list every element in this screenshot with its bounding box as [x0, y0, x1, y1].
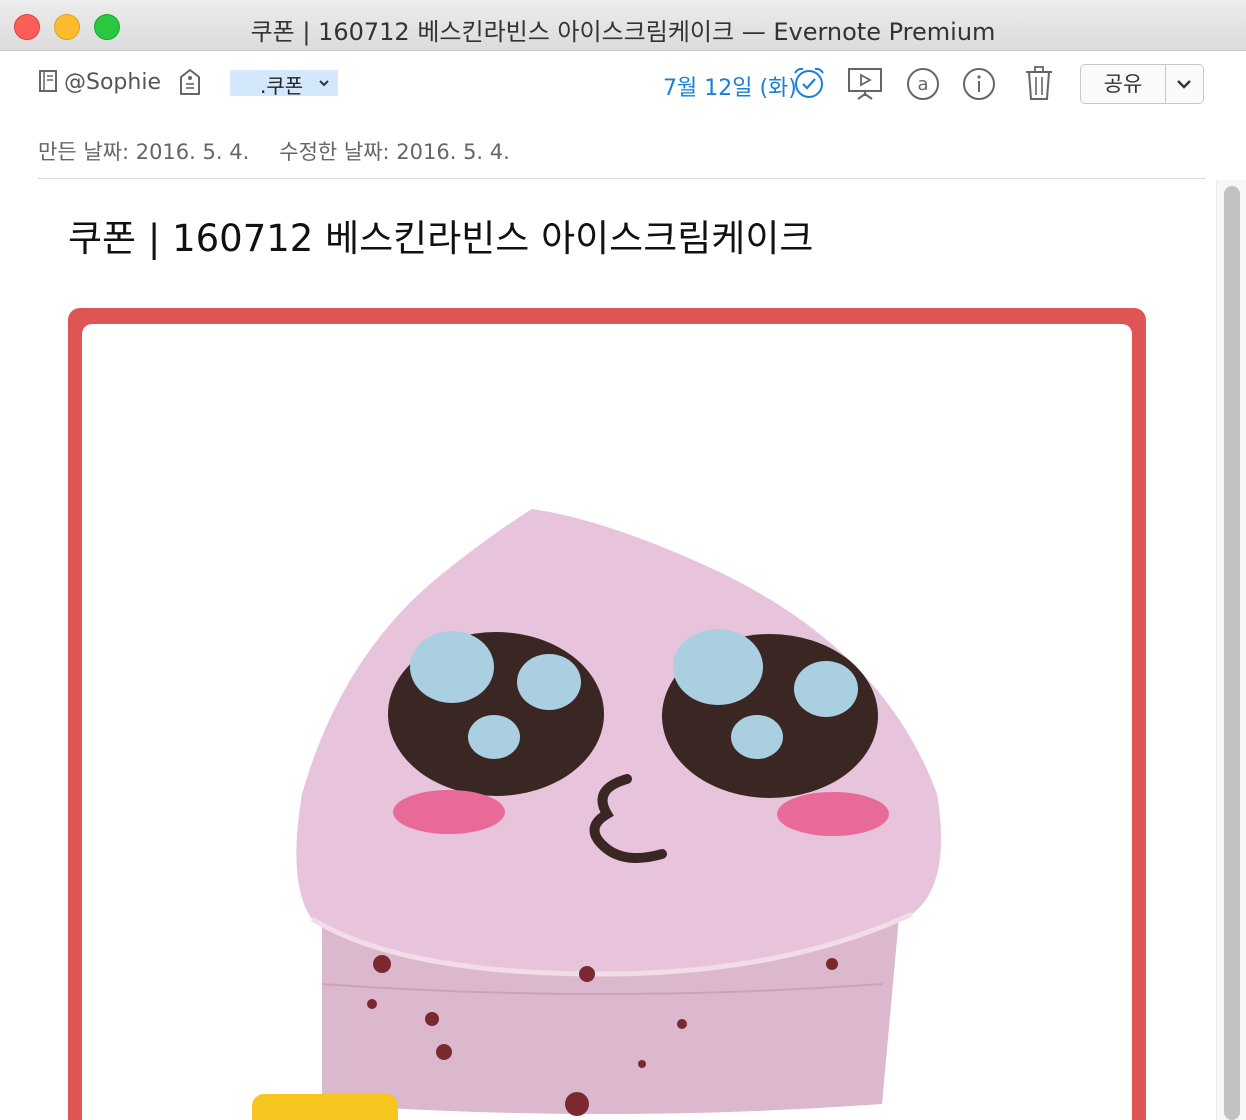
- right-cheek: [777, 792, 889, 836]
- tag-label: .쿠폰: [260, 74, 304, 98]
- left-cheek: [393, 790, 505, 834]
- window-title: 쿠폰 | 160712 베스킨라빈스 아이스크림케이크 — Evernote P…: [250, 18, 996, 46]
- info-icon[interactable]: [962, 67, 996, 101]
- chevron-down-icon: [319, 80, 329, 87]
- chevron-down-icon[interactable]: [1175, 77, 1193, 91]
- trash-icon[interactable]: [1022, 65, 1056, 101]
- tag-chip[interactable]: .쿠폰: [230, 70, 338, 98]
- modified-date: 수정한 날짜: 2016. 5. 4.: [279, 140, 510, 164]
- yellow-label: [252, 1094, 398, 1120]
- note-toolbar: @Sophie .쿠폰 7월 12일 (화) a 공유: [0, 50, 1246, 120]
- share-button[interactable]: 공유: [1080, 64, 1204, 104]
- svg-text:a: a: [917, 74, 928, 95]
- created-date: 만든 날짜: 2016. 5. 4.: [38, 140, 250, 164]
- note-title[interactable]: 쿠폰 | 160712 베스킨라빈스 아이스크림케이크: [68, 208, 813, 262]
- share-label: 공유: [1081, 65, 1166, 103]
- coupon-image-inner: [82, 324, 1132, 1120]
- tag-icon[interactable]: [178, 68, 202, 96]
- alarm-clock-icon[interactable]: [792, 66, 826, 100]
- window-titlebar: 쿠폰 | 160712 베스킨라빈스 아이스크림케이크 — Evernote P…: [0, 0, 1246, 51]
- scrollbar-thumb[interactable]: [1224, 186, 1240, 1120]
- reminder-date[interactable]: 7월 12일 (화): [663, 70, 797, 102]
- note-dates: 만든 날짜: 2016. 5. 4. 수정한 날짜: 2016. 5. 4.: [38, 136, 510, 166]
- notebook-icon[interactable]: [38, 69, 58, 93]
- cake-illustration: [252, 509, 942, 1120]
- header-divider: [38, 178, 1206, 179]
- coupon-image: [68, 308, 1146, 1120]
- presentation-icon[interactable]: [846, 66, 884, 102]
- notebook-selector[interactable]: @Sophie: [64, 70, 161, 95]
- at-sign-icon[interactable]: a: [906, 67, 940, 101]
